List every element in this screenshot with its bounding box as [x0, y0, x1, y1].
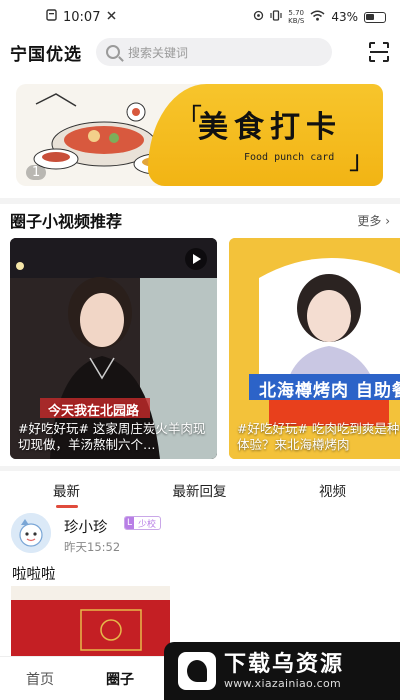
- tools-icon: [106, 10, 117, 25]
- notification-icon: [46, 9, 57, 25]
- level-name: 少校: [138, 519, 157, 530]
- banner-title: 美食打卡: [198, 110, 342, 145]
- location-icon: [253, 10, 264, 24]
- banner-index: 1: [26, 165, 47, 180]
- scan-icon: [369, 42, 389, 62]
- status-bar: 10:07 5.70 KB/S 43%: [0, 0, 400, 34]
- battery-icon: [364, 11, 386, 23]
- vibrate-icon: [270, 10, 282, 24]
- post-content[interactable]: 啦啦啦: [12, 563, 56, 584]
- watermark-url: www.xiazainiao.com: [224, 676, 342, 690]
- banner-bracket-right: 」: [348, 146, 375, 176]
- status-time: 10:07: [63, 9, 101, 25]
- tab-latest[interactable]: 最新: [0, 480, 133, 504]
- watermark: 下载乌资源 www.xiazainiao.com: [164, 642, 400, 700]
- video-card[interactable]: 今天我在北园路 #好吃好玩# 这家周庄炭火羊肉现切现做，羊汤熬制六个…: [10, 238, 217, 459]
- level-badge: L 少校: [124, 516, 162, 530]
- search-placeholder: 搜索关键词: [128, 45, 189, 60]
- network-speed: 5.70 KB/S: [288, 9, 305, 25]
- nav-circle[interactable]: 圈子: [80, 669, 160, 689]
- post-image-content: [11, 586, 170, 666]
- section-divider: [0, 466, 400, 471]
- section-divider: [0, 198, 400, 204]
- play-icon[interactable]: [185, 248, 207, 270]
- video-caption: #好吃好玩# 吃肉吃到爽是种什么体验？来北海樽烤肉: [237, 421, 400, 452]
- avatar-image: [11, 513, 51, 553]
- post-time: 昨天15:52: [64, 540, 121, 554]
- search-input[interactable]: 搜索关键词: [96, 38, 332, 66]
- video-overlay-text: 今天我在北园路: [48, 404, 140, 419]
- promo-banner[interactable]: 「 美食打卡 」 Food punch card 1: [16, 84, 383, 186]
- video-card[interactable]: 北海樽烤肉 自助餐 #好吃好玩# 吃肉吃到爽是种什么体验？来北海樽烤肉: [229, 238, 400, 459]
- watermark-title: 下载乌资源: [224, 651, 345, 677]
- wifi-icon: [310, 10, 325, 24]
- video-section-header: 圈子小视频推荐 更多 ›: [10, 208, 390, 232]
- video-carousel[interactable]: 今天我在北园路 #好吃好玩# 这家周庄炭火羊肉现切现做，羊汤熬制六个… 北海樽烤…: [10, 238, 400, 460]
- section-title: 圈子小视频推荐: [10, 212, 123, 231]
- video-overlay-text: 北海樽烤肉 自助餐: [259, 381, 400, 401]
- tab-video[interactable]: 视频: [266, 480, 399, 504]
- level-tag: L: [125, 517, 135, 529]
- banner-subtitle: Food punch card: [244, 152, 335, 163]
- scan-button[interactable]: [368, 41, 390, 63]
- feed-tabs: 最新 最新回复 视频: [0, 480, 400, 504]
- more-link[interactable]: 更多 ›: [357, 212, 390, 229]
- top-header: 宁国优选 搜索关键词: [0, 34, 400, 70]
- post-username[interactable]: 珍小珍: [64, 516, 108, 537]
- chevron-right-icon: ›: [385, 213, 390, 228]
- search-icon: [106, 45, 120, 59]
- battery-percent: 43%: [331, 10, 358, 24]
- tab-latest-reply[interactable]: 最新回复: [133, 480, 266, 504]
- post-image[interactable]: [11, 586, 170, 666]
- more-label: 更多: [357, 213, 382, 228]
- avatar[interactable]: [11, 513, 51, 553]
- nav-home[interactable]: 首页: [0, 669, 80, 689]
- app-title: 宁国优选: [10, 44, 82, 65]
- watermark-logo-icon: [178, 652, 216, 690]
- video-caption: #好吃好玩# 这家周庄炭火羊肉现切现做，羊汤熬制六个…: [18, 421, 206, 452]
